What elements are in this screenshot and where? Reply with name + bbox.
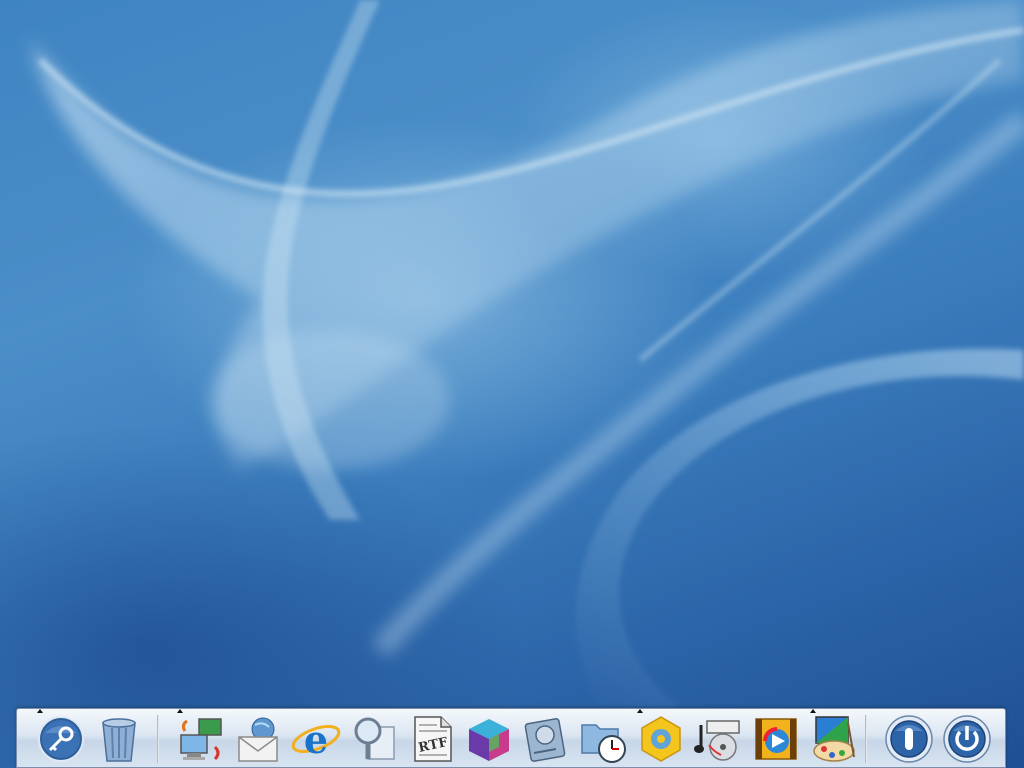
settings-gear-icon (641, 716, 681, 762)
shutdown-power-icon (942, 715, 991, 763)
logout-power-icon (885, 715, 933, 763)
dock-item-settings-gear[interactable] (635, 713, 687, 765)
dock-item-logout-power[interactable] (883, 713, 935, 765)
dock-item-search-magnifier[interactable] (348, 713, 400, 765)
dock-item-paint-palette[interactable] (808, 713, 860, 765)
dock-item-mail[interactable] (233, 713, 285, 765)
trash-icon (101, 718, 136, 762)
rtf-document-icon: RTF (414, 716, 452, 762)
dock-item-rtf-document[interactable]: RTF (405, 713, 457, 765)
dock-taskbar: e RTF (16, 708, 1006, 768)
dock-item-key[interactable] (35, 713, 87, 765)
video-player-icon (755, 718, 797, 760)
dock-item-trash[interactable] (93, 713, 145, 765)
search-magnifier-icon (354, 717, 395, 760)
dock-item-internet-explorer[interactable]: e (290, 713, 342, 765)
hard-drive-icon (524, 718, 566, 762)
dock-item-shutdown-power[interactable] (941, 713, 993, 765)
dock-item-network-computers[interactable] (175, 713, 227, 765)
running-indicator (37, 709, 43, 713)
folder-clock-icon (580, 724, 626, 763)
dock-item-video-player[interactable] (750, 713, 802, 765)
dock-item-folder-clock[interactable] (578, 713, 630, 765)
running-indicator (177, 709, 183, 713)
wallpaper (30, 0, 1024, 708)
3d-cube-icon (468, 719, 509, 761)
dock-item-music-player[interactable] (693, 713, 745, 765)
network-computers-icon (180, 718, 222, 761)
svg-text:e: e (304, 717, 328, 762)
running-indicator (809, 709, 816, 713)
mail-icon (237, 717, 278, 762)
internet-explorer-icon: e (291, 717, 341, 762)
music-player-icon (693, 720, 740, 761)
key-icon (38, 716, 84, 762)
paint-palette-icon (812, 716, 855, 762)
dock-separator (157, 715, 159, 763)
dock-separator (865, 715, 867, 763)
desktop[interactable]: e RTF (0, 0, 1024, 768)
dock-item-3d-cube[interactable] (463, 713, 515, 765)
running-indicator (637, 709, 643, 713)
dock-item-hard-drive[interactable] (520, 713, 572, 765)
